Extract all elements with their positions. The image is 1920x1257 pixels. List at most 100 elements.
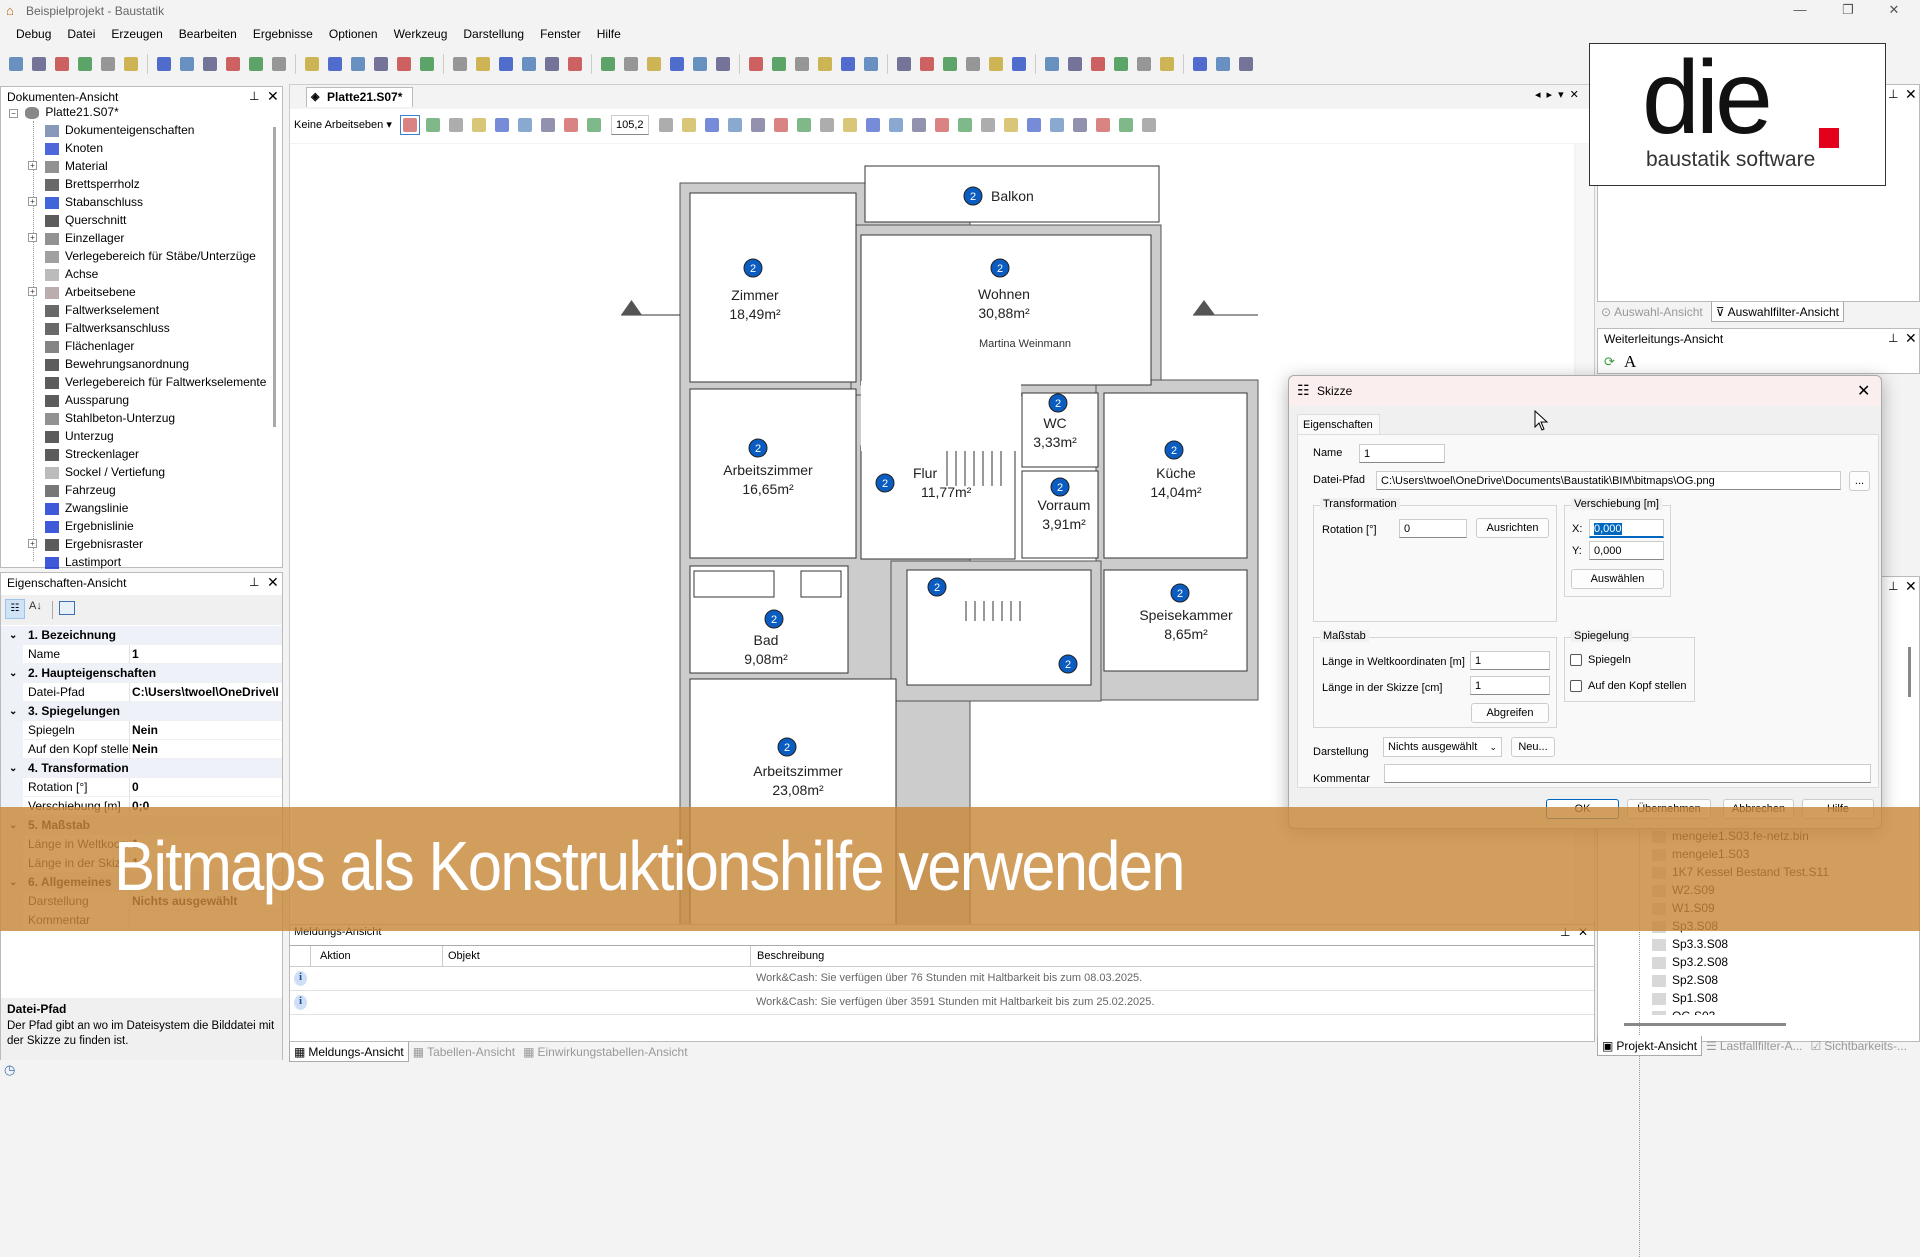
tree-item[interactable]: Querschnitt (29, 211, 126, 229)
pan-button[interactable] (515, 115, 535, 135)
refresh-button[interactable] (863, 115, 883, 135)
menu-werkzeug[interactable]: Werkzeug (386, 24, 456, 46)
comment-input[interactable] (1384, 764, 1871, 783)
tree-item[interactable]: Achse (29, 265, 98, 283)
new-button[interactable]: Neu... (1511, 737, 1555, 757)
tree-item[interactable]: Zwangslinie (29, 499, 128, 517)
sort-az-icon[interactable]: A↓ (29, 600, 42, 612)
forward-button[interactable] (679, 115, 699, 135)
pin-icon[interactable]: ⊥ (249, 89, 259, 103)
tab-einwirkungstabellen-ansicht[interactable]: ▦ Einwirkungstabellen-Ansicht (519, 1042, 691, 1062)
function-button[interactable] (963, 54, 983, 74)
rotate-button[interactable] (794, 115, 814, 135)
property-category[interactable]: ⌄ 3. Spiegelungen (1, 702, 282, 721)
mirror-checkbox[interactable] (1570, 654, 1582, 666)
back-button[interactable] (656, 115, 676, 135)
collapse-icon[interactable]: − (9, 109, 18, 118)
tree-item[interactable]: Aussparung (29, 391, 129, 409)
undo-button[interactable] (371, 54, 391, 74)
slab-button[interactable] (713, 54, 733, 74)
message-row[interactable]: i Work&Cash: Sie verfügen über 3591 Stund… (290, 991, 1594, 1015)
render-button[interactable] (817, 115, 837, 135)
property-row[interactable]: Name 1 (1, 645, 282, 664)
property-value[interactable]: Nein (132, 740, 282, 759)
wall-button[interactable] (690, 54, 710, 74)
tab-platte21[interactable]: ◈ Platte21.S07* (306, 87, 414, 107)
expand-icon[interactable]: + (28, 233, 37, 242)
refresh-icon[interactable]: ⟳ (1604, 354, 1615, 370)
house-3-button[interactable] (886, 115, 906, 135)
tab-2[interactable]: ☑ Sichtbarkeits-... (1807, 1036, 1911, 1056)
select-arrow-button[interactable] (400, 115, 420, 135)
tree-item[interactable]: + Einzellager (28, 229, 124, 247)
tree-item[interactable]: Faltwerksanschluss (29, 319, 170, 337)
chevron-down-icon[interactable]: ⌄ (9, 626, 17, 645)
word-export-button[interactable] (223, 54, 243, 74)
insert-button[interactable] (473, 54, 493, 74)
node-search-button[interactable] (519, 54, 539, 74)
menu-datei[interactable]: Datei (59, 24, 103, 46)
new-document-button[interactable] (6, 54, 26, 74)
property-pages-icon[interactable] (59, 601, 75, 615)
scrollbar[interactable] (273, 127, 276, 427)
maximize-button[interactable]: ❐ (1828, 2, 1868, 20)
print-preview-button[interactable] (154, 54, 174, 74)
pin-icon[interactable]: ⊥ (1888, 331, 1898, 345)
filter2-button[interactable] (1157, 54, 1177, 74)
save-all-button[interactable] (29, 54, 49, 74)
load1-button[interactable] (838, 54, 858, 74)
view-6-button[interactable] (1116, 115, 1136, 135)
tree-item[interactable]: Faltwerkselement (29, 301, 159, 319)
tree-item[interactable]: Knoten (29, 139, 103, 157)
tab-0[interactable]: ▣ Projekt-Ansicht (1597, 1036, 1703, 1056)
project-item[interactable]: Sp3.2.S08 (1640, 953, 1728, 971)
export-button[interactable] (269, 54, 289, 74)
browse-button[interactable]: ... (1849, 471, 1870, 491)
delete-button[interactable] (325, 54, 345, 74)
project-item[interactable]: OG.S03 (1640, 1007, 1715, 1015)
tree-item[interactable]: + Ergebnisraster (28, 535, 143, 553)
close-document-button[interactable]: ✕ (1570, 88, 1579, 101)
pin-icon[interactable]: ⊥ (1888, 579, 1898, 593)
chevron-down-icon[interactable]: ⌄ (9, 664, 17, 683)
file-path-input[interactable]: C:\Users\twoel\OneDrive\Documents\Bausta… (1376, 471, 1841, 490)
view-1-button[interactable] (1001, 115, 1021, 135)
select2-button[interactable] (1065, 54, 1085, 74)
print-setup-button[interactable] (121, 54, 141, 74)
render-2-button[interactable] (840, 115, 860, 135)
load4-button[interactable] (917, 54, 937, 74)
project-item[interactable]: Sp2.S08 (1640, 971, 1718, 989)
property-row[interactable]: Spiegeln Nein (1, 721, 282, 740)
expand-icon[interactable]: + (28, 287, 37, 296)
world-length-input[interactable]: 1 (1470, 651, 1550, 670)
close-panel-icon[interactable]: ✕ (267, 88, 279, 105)
scroll-left-button[interactable]: ◂ (1535, 88, 1541, 101)
run-button[interactable] (1236, 54, 1256, 74)
view-5-button[interactable] (1093, 115, 1113, 135)
support-button[interactable] (542, 54, 562, 74)
message-row[interactable]: i Work&Cash: Sie verfügen über 76 Stunden… (290, 967, 1594, 991)
menu-ergebnisse[interactable]: Ergebnisse (245, 24, 321, 46)
preview-button[interactable] (177, 54, 197, 74)
categorized-icon[interactable]: ☷ (5, 599, 25, 619)
tree-item[interactable]: + Stabanschluss (28, 193, 143, 211)
tab-auswahl-ansicht[interactable]: ⊙ Auswahl-Ansicht (1597, 302, 1707, 322)
home-button[interactable] (450, 54, 470, 74)
view-3d-button[interactable] (702, 115, 722, 135)
roof-button[interactable] (769, 54, 789, 74)
expand-icon[interactable]: + (28, 539, 37, 548)
redo-button[interactable] (394, 54, 414, 74)
select-button[interactable]: Auswählen (1571, 569, 1664, 589)
select3-button[interactable] (1088, 54, 1108, 74)
tab-eigenschaften[interactable]: Eigenschaften (1297, 414, 1380, 435)
column-header[interactable]: Beschreibung (757, 950, 824, 962)
layers-button[interactable] (909, 115, 929, 135)
menu-optionen[interactable]: Optionen (321, 24, 386, 46)
tab-list-button[interactable]: ▾ (1558, 88, 1564, 101)
zoom-level-input[interactable]: 105,2 (611, 115, 649, 135)
property-value[interactable]: Nein (132, 721, 282, 740)
pin-icon[interactable]: ⊥ (249, 575, 259, 589)
wall2-button[interactable] (792, 54, 812, 74)
tree-item[interactable]: Dokumenteigenschaften (29, 121, 194, 139)
scroll-right-button[interactable]: ▸ (1547, 88, 1553, 101)
